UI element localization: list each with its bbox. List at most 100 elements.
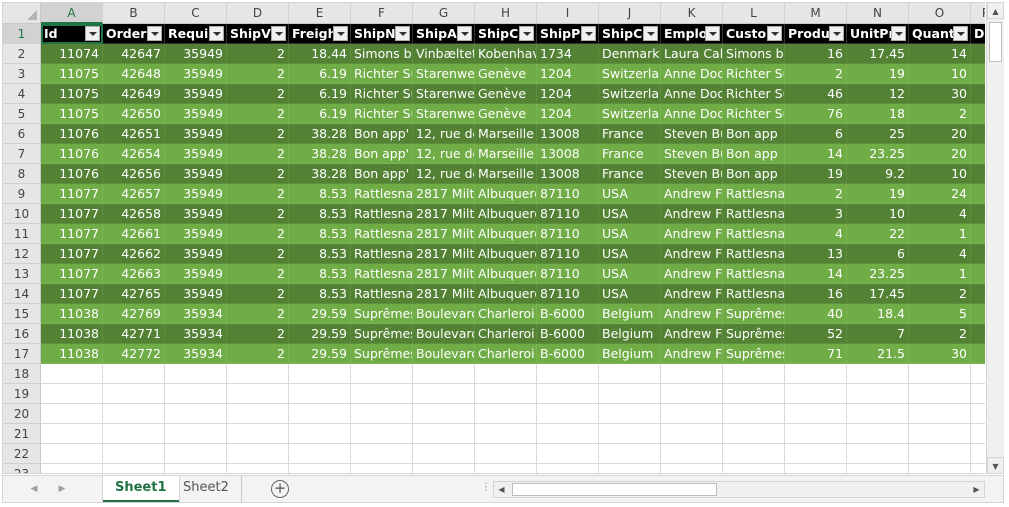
empty-cell[interactable]: [475, 464, 537, 473]
row-header-9[interactable]: 9: [3, 184, 41, 204]
table-cell[interactable]: Anne Dodd: [661, 84, 723, 104]
table-cell[interactable]: Andrew Fu: [661, 304, 723, 324]
table-cell[interactable]: Rattlesnak: [351, 244, 413, 264]
table-cell[interactable]: 2: [227, 324, 289, 344]
row-header-8[interactable]: 8: [3, 164, 41, 184]
empty-cell[interactable]: [165, 464, 227, 473]
tab-sheet2[interactable]: Sheet2: [171, 476, 242, 502]
table-cell[interactable]: [971, 164, 985, 184]
empty-cell[interactable]: [103, 404, 165, 424]
table-cell[interactable]: 19: [785, 164, 847, 184]
table-cell[interactable]: Switzerlan: [599, 104, 661, 124]
empty-cell[interactable]: [289, 404, 351, 424]
worksheet-grid[interactable]: ABCDEFGHIJKLMNOP 12345678910111213141516…: [2, 2, 985, 474]
header-cell-b[interactable]: OrderD: [103, 24, 165, 44]
empty-cell[interactable]: [661, 424, 723, 444]
vertical-scroll-thumb[interactable]: [989, 22, 1002, 62]
empty-cell[interactable]: [971, 404, 985, 424]
table-cell[interactable]: 42657: [103, 184, 165, 204]
column-header-i[interactable]: I: [537, 3, 599, 24]
empty-cell[interactable]: [785, 464, 847, 473]
table-cell[interactable]: Genève: [475, 64, 537, 84]
empty-cell[interactable]: [103, 364, 165, 384]
table-cell[interactable]: France: [599, 164, 661, 184]
table-cell[interactable]: Starenweg: [413, 84, 475, 104]
empty-cell[interactable]: [661, 384, 723, 404]
table-cell[interactable]: 11075: [41, 64, 103, 84]
table-cell[interactable]: 2817 Milto: [413, 264, 475, 284]
table-cell[interactable]: Rattlesnak: [351, 184, 413, 204]
row-header-7[interactable]: 7: [3, 144, 41, 164]
tab-scroll-left-icon[interactable]: ◀: [27, 482, 41, 496]
header-cell-d[interactable]: ShipVi: [227, 24, 289, 44]
empty-cell[interactable]: [413, 384, 475, 404]
table-cell[interactable]: 8.53: [289, 284, 351, 304]
table-cell[interactable]: 42647: [103, 44, 165, 64]
empty-cell[interactable]: [599, 404, 661, 424]
table-cell[interactable]: 42658: [103, 204, 165, 224]
row-header-22[interactable]: 22: [3, 444, 41, 464]
table-cell[interactable]: 1734: [537, 44, 599, 64]
empty-cell[interactable]: [413, 464, 475, 473]
table-cell[interactable]: 2: [227, 224, 289, 244]
table-cell[interactable]: [971, 104, 985, 124]
table-cell[interactable]: 1: [909, 224, 971, 244]
empty-cell[interactable]: [723, 384, 785, 404]
table-cell[interactable]: Belgium: [599, 304, 661, 324]
table-cell[interactable]: [971, 344, 985, 364]
table-cell[interactable]: 6: [785, 124, 847, 144]
table-cell[interactable]: Simons bis: [723, 44, 785, 64]
table-cell[interactable]: Rattlesnak: [351, 264, 413, 284]
table-cell[interactable]: 13008: [537, 164, 599, 184]
filter-dropdown-icon[interactable]: [953, 26, 968, 41]
table-cell[interactable]: 11077: [41, 184, 103, 204]
empty-cell[interactable]: [785, 444, 847, 464]
header-cell-p[interactable]: D: [971, 24, 985, 44]
table-cell[interactable]: [971, 44, 985, 64]
filter-dropdown-icon[interactable]: [891, 26, 906, 41]
column-header-h[interactable]: H: [475, 3, 537, 24]
table-cell[interactable]: Albuquerq: [475, 284, 537, 304]
header-cell-c[interactable]: Requir: [165, 24, 227, 44]
table-cell[interactable]: B-6000: [537, 344, 599, 364]
table-cell[interactable]: 29.59: [289, 344, 351, 364]
empty-cell[interactable]: [41, 384, 103, 404]
table-cell[interactable]: 25: [847, 124, 909, 144]
column-header-o[interactable]: O: [909, 3, 971, 24]
table-cell[interactable]: 87110: [537, 184, 599, 204]
table-cell[interactable]: 42656: [103, 164, 165, 184]
table-cell[interactable]: 10: [909, 164, 971, 184]
table-cell[interactable]: Simons bis: [351, 44, 413, 64]
tab-sheet1[interactable]: Sheet1: [103, 476, 179, 502]
table-cell[interactable]: 24: [909, 184, 971, 204]
empty-cell[interactable]: [413, 404, 475, 424]
empty-cell[interactable]: [723, 444, 785, 464]
table-cell[interactable]: Rattlesnak: [723, 224, 785, 244]
table-cell[interactable]: 8.53: [289, 224, 351, 244]
table-cell[interactable]: France: [599, 124, 661, 144]
table-cell[interactable]: 2: [227, 104, 289, 124]
table-cell[interactable]: Richter Su: [723, 64, 785, 84]
table-cell[interactable]: Charleroi: [475, 344, 537, 364]
empty-cell[interactable]: [227, 404, 289, 424]
table-cell[interactable]: Genève: [475, 84, 537, 104]
empty-cell[interactable]: [661, 404, 723, 424]
table-cell[interactable]: 9.2: [847, 164, 909, 184]
empty-cell[interactable]: [165, 424, 227, 444]
table-cell[interactable]: 18.44: [289, 44, 351, 64]
table-cell[interactable]: 35949: [165, 144, 227, 164]
table-cell[interactable]: [971, 324, 985, 344]
table-cell[interactable]: 35934: [165, 304, 227, 324]
filter-dropdown-icon[interactable]: [271, 26, 286, 41]
row-header-20[interactable]: 20: [3, 404, 41, 424]
empty-cell[interactable]: [227, 424, 289, 444]
table-cell[interactable]: 11038: [41, 304, 103, 324]
empty-cell[interactable]: [227, 384, 289, 404]
row-header-16[interactable]: 16: [3, 324, 41, 344]
column-header-g[interactable]: G: [413, 3, 475, 24]
table-cell[interactable]: 2: [227, 124, 289, 144]
empty-cell[interactable]: [537, 444, 599, 464]
table-cell[interactable]: 12, rue de: [413, 164, 475, 184]
row-header-15[interactable]: 15: [3, 304, 41, 324]
table-cell[interactable]: USA: [599, 184, 661, 204]
